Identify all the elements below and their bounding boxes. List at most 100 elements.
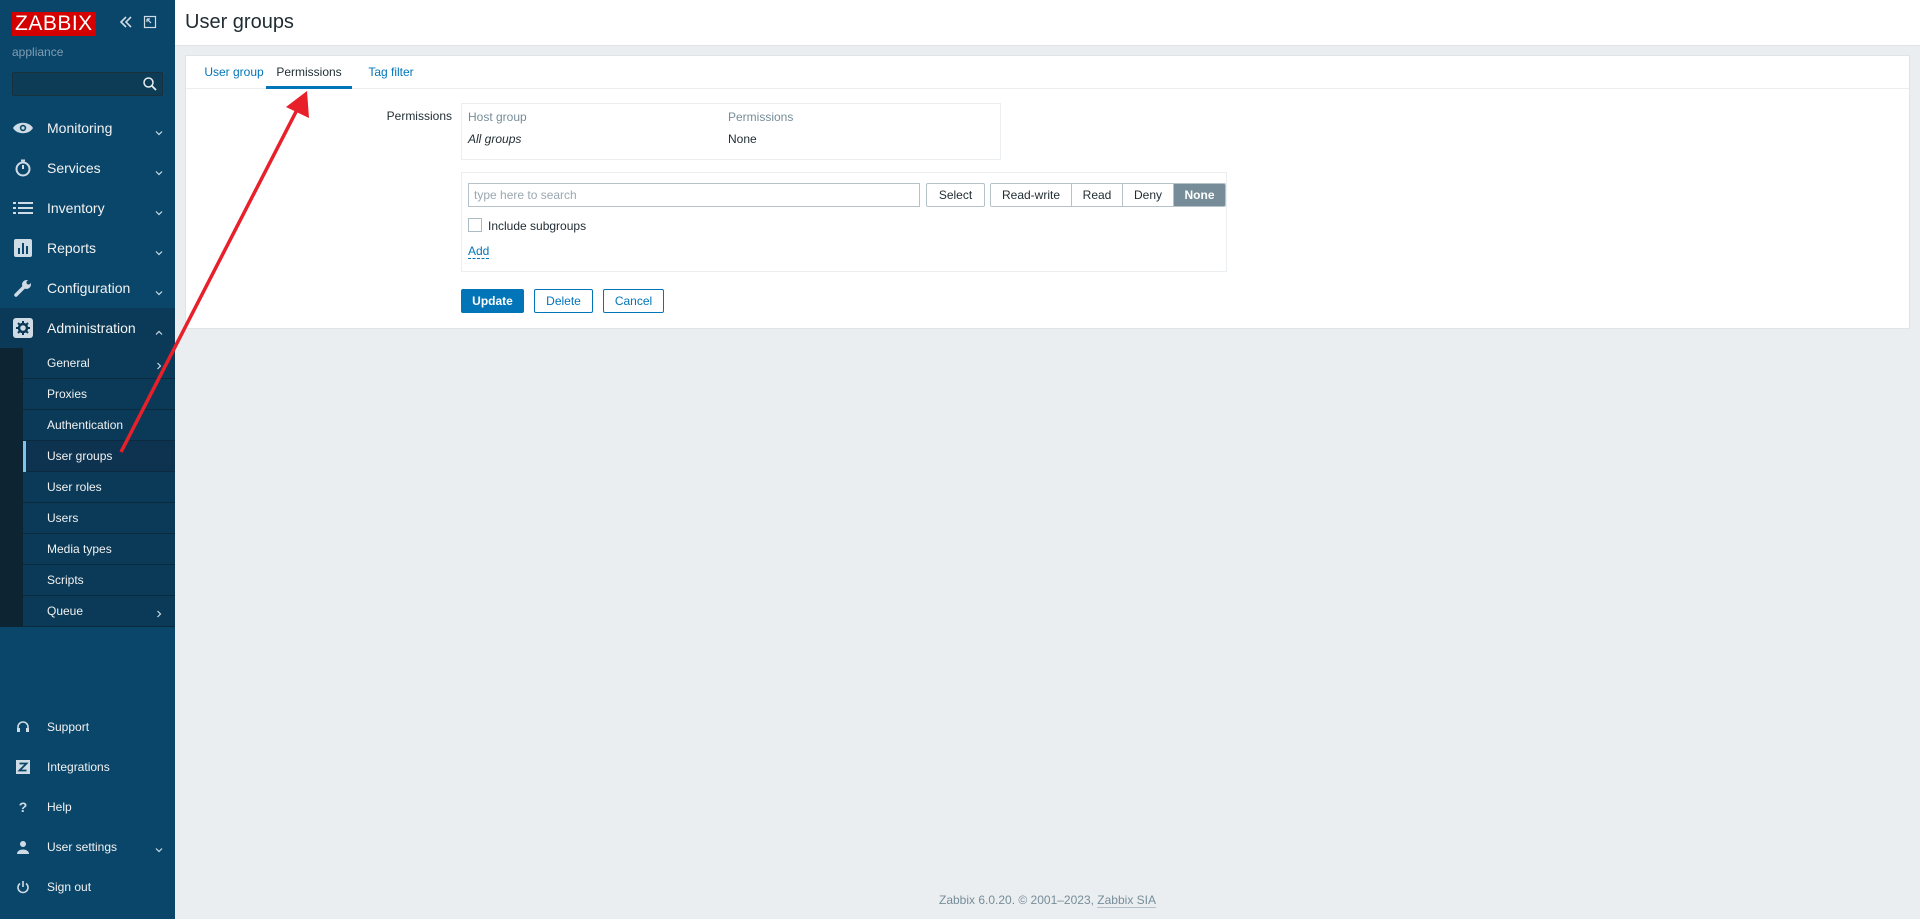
page-header: User groups <box>175 0 1920 46</box>
submenu-authentication[interactable]: Authentication <box>23 410 175 441</box>
submenu-label: Scripts <box>47 573 84 587</box>
power-icon <box>14 879 32 895</box>
include-subgroups-label[interactable]: Include subgroups <box>488 219 586 233</box>
permission-level-selector: Read-write Read Deny None <box>990 183 1226 207</box>
column-header-host-group: Host group <box>468 110 527 124</box>
submenu-media-types[interactable]: Media types <box>23 534 175 565</box>
chevron-down-icon <box>155 244 163 256</box>
menu-administration[interactable]: Administration <box>0 308 175 348</box>
menu-label: Services <box>47 160 101 176</box>
submenu-label: Queue <box>47 604 84 618</box>
tab-tag-filter[interactable]: Tag filter <box>356 56 426 89</box>
chevron-right-icon <box>155 359 163 370</box>
menu-label: Configuration <box>47 280 131 296</box>
menu-label: User settings <box>47 840 118 854</box>
menu-label: Sign out <box>47 880 92 894</box>
submenu-label: Media types <box>47 542 112 556</box>
page-title: User groups <box>185 11 294 33</box>
search-icon[interactable] <box>142 76 158 92</box>
chevron-down-icon <box>155 284 163 296</box>
submenu-label: General <box>47 356 90 370</box>
user-icon <box>14 839 32 855</box>
menu-integrations[interactable]: Integrations <box>0 747 175 787</box>
chevron-up-icon <box>155 324 163 335</box>
bottom-menu: Support Integrations ? Help User setting… <box>0 707 175 907</box>
tab-permissions[interactable]: Permissions <box>266 56 352 89</box>
submenu-user-groups[interactable]: User groups <box>23 441 175 472</box>
list-icon <box>12 198 34 218</box>
menu-label: Reports <box>47 240 97 256</box>
headset-icon <box>14 719 32 735</box>
menu-support[interactable]: Support <box>0 707 175 747</box>
level-deny[interactable]: Deny <box>1123 184 1174 206</box>
submenu-queue[interactable]: Queue <box>23 596 175 627</box>
add-link[interactable]: Add <box>468 245 490 259</box>
update-button[interactable]: Update <box>461 289 524 313</box>
submenu-proxies[interactable]: Proxies <box>23 379 175 410</box>
menu-monitoring[interactable]: Monitoring <box>0 108 175 148</box>
bar-chart-icon <box>12 238 34 258</box>
main-menu: Monitoring Services Inventory Reports Co… <box>0 108 175 627</box>
chevron-down-icon <box>155 204 163 216</box>
column-header-permissions: Permissions <box>728 110 794 124</box>
submenu-users[interactable]: Users <box>23 503 175 534</box>
tab-bar: User group Permissions Tag filter <box>186 56 1909 89</box>
permissions-table: Host group Permissions All groups None <box>461 103 1001 160</box>
level-read[interactable]: Read <box>1072 184 1123 206</box>
sidebar-search-input[interactable] <box>12 72 163 96</box>
menu-configuration[interactable]: Configuration <box>0 268 175 308</box>
submenu-scripts[interactable]: Scripts <box>23 565 175 596</box>
table-cell-permission: None <box>728 132 757 146</box>
delete-button[interactable]: Delete <box>534 289 593 313</box>
level-none[interactable]: None <box>1174 184 1225 206</box>
menu-services[interactable]: Services <box>0 148 175 188</box>
menu-inventory[interactable]: Inventory <box>0 188 175 228</box>
footer-link[interactable]: Zabbix SIA <box>1097 893 1156 908</box>
wrench-icon <box>12 278 34 298</box>
menu-label: Inventory <box>47 200 105 216</box>
menu-sign-out[interactable]: Sign out <box>0 867 175 907</box>
menu-user-settings[interactable]: User settings <box>0 827 175 867</box>
logo[interactable]: ZABBIX <box>12 12 96 36</box>
menu-reports[interactable]: Reports <box>0 228 175 268</box>
administration-submenu: General Proxies Authentication User grou… <box>0 348 175 627</box>
chevron-down-icon <box>155 843 163 853</box>
permissions-field-label: Permissions <box>386 109 452 123</box>
menu-label: Integrations <box>47 760 110 774</box>
tab-user-group[interactable]: User group <box>196 56 272 89</box>
include-subgroups-checkbox[interactable] <box>468 218 482 232</box>
menu-help[interactable]: ? Help <box>0 787 175 827</box>
menu-label: Administration <box>47 320 136 336</box>
sidebar: ZABBIX appliance Monitoring Services Inv… <box>0 0 175 919</box>
submenu-label: User roles <box>47 480 102 494</box>
question-icon: ? <box>18 799 28 815</box>
zabbix-logo[interactable]: ZABBIX <box>12 12 96 36</box>
submenu-general[interactable]: General <box>23 348 175 379</box>
submenu-label: Authentication <box>47 418 124 432</box>
table-cell-host-group: All groups <box>468 132 522 146</box>
level-read-write[interactable]: Read-write <box>991 184 1072 206</box>
kiosk-mode-icon[interactable] <box>142 14 158 30</box>
host-group-search-input[interactable]: type here to search <box>468 183 920 207</box>
cancel-button[interactable]: Cancel <box>603 289 664 313</box>
stopwatch-icon <box>12 158 34 178</box>
user-group-form: User group Permissions Tag filter Permis… <box>185 55 1910 329</box>
chevron-down-icon <box>155 164 163 176</box>
collapse-sidebar-icon[interactable] <box>118 14 134 30</box>
menu-label: Monitoring <box>47 120 113 136</box>
gear-icon <box>12 318 34 338</box>
eye-icon <box>12 118 34 138</box>
footer-copyright: Zabbix 6.0.20. © 2001–2023, <box>939 893 1098 907</box>
submenu-label: User groups <box>47 449 113 463</box>
submenu-label: Proxies <box>47 387 88 401</box>
menu-label: Help <box>47 800 72 814</box>
chevron-right-icon <box>155 607 163 618</box>
select-button[interactable]: Select <box>926 183 985 207</box>
submenu-user-roles[interactable]: User roles <box>23 472 175 503</box>
submenu-label: Users <box>47 511 79 525</box>
zabbix-z-icon <box>14 759 32 775</box>
add-permission-block: type here to search Select Read-write Re… <box>461 172 1227 272</box>
server-name: appliance <box>12 45 64 59</box>
footer: Zabbix 6.0.20. © 2001–2023, Zabbix SIA <box>175 893 1920 908</box>
chevron-down-icon <box>155 124 163 136</box>
